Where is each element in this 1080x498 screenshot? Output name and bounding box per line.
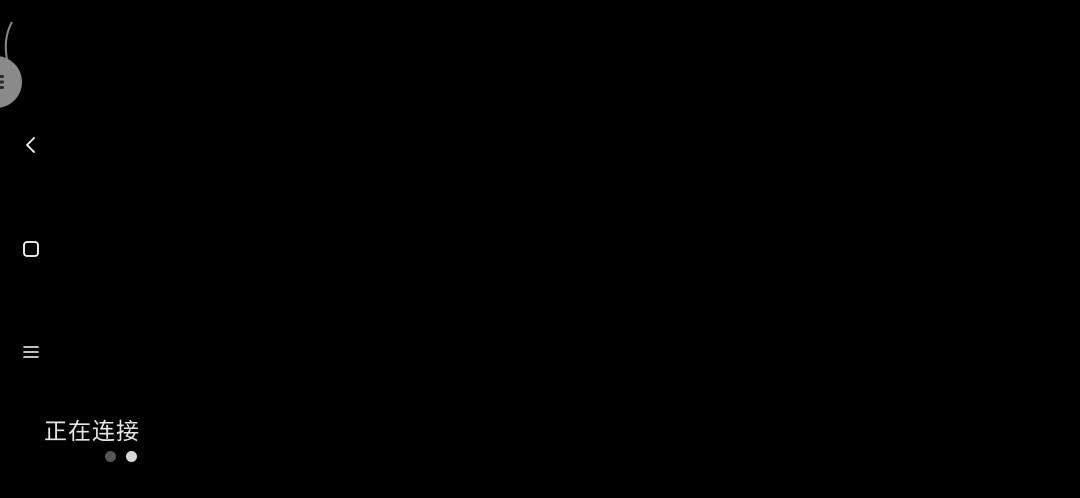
menu-lines-icon	[23, 346, 39, 358]
connecting-status-text: 正在连接	[44, 419, 140, 445]
back-button[interactable]	[12, 126, 50, 164]
recents-button[interactable]	[12, 333, 50, 371]
page-indicator	[105, 451, 137, 462]
page-dot-active	[126, 451, 137, 462]
page-dot	[105, 451, 116, 462]
square-outline-icon	[23, 241, 39, 257]
chevron-left-icon	[26, 137, 35, 153]
connecting-screen: 正在连接	[0, 0, 1080, 498]
home-button[interactable]	[12, 230, 50, 268]
